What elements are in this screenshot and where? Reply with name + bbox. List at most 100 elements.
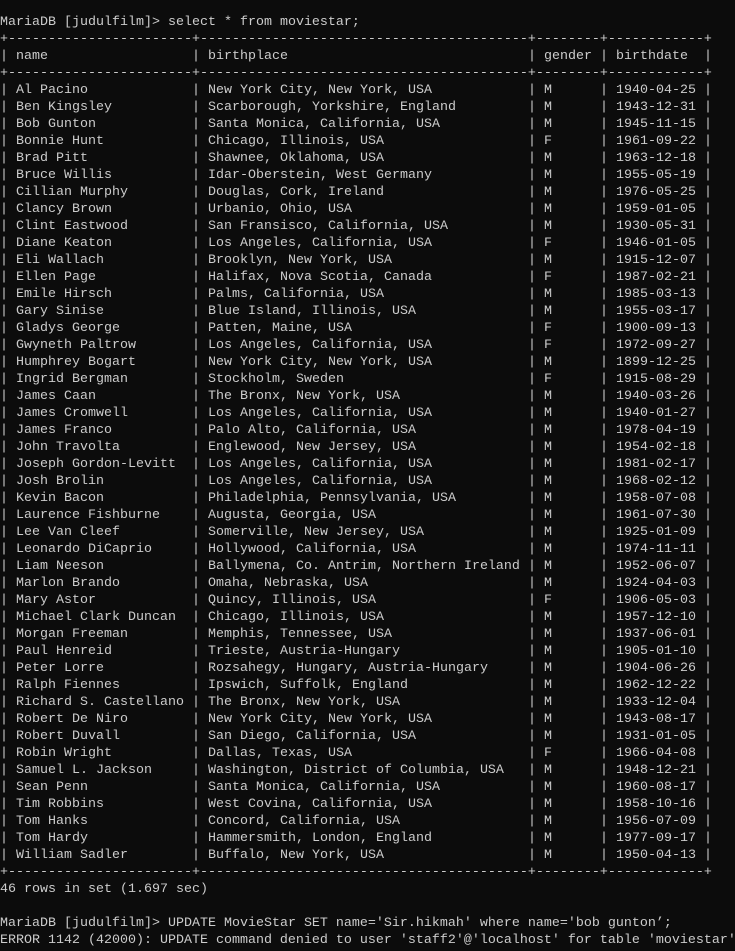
table-row: | Lee Van Cleef | Somerville, New Jersey… — [0, 524, 735, 541]
column-separator: | — [0, 729, 16, 744]
table-cell: Robin Wright — [16, 746, 112, 761]
table-row: | Gary Sinise | Blue Island, Illinois, U… — [0, 303, 735, 320]
table-cell: Los Angeles, California, USA — [208, 406, 432, 421]
terminal-window[interactable]: MariaDB [judulfilm]> select * from movie… — [0, 14, 735, 949]
column-separator: | — [0, 287, 16, 302]
column-separator: | — [0, 270, 16, 285]
column-separator: | — [520, 763, 544, 778]
column-separator: | — [696, 219, 712, 234]
table-cell: John Travolta — [16, 440, 120, 455]
column-separator: | — [696, 151, 712, 166]
table-cell: Chicago, Illinois, USA — [208, 610, 384, 625]
column-separator: | — [520, 117, 544, 132]
column-separator: | — [520, 304, 544, 319]
table-cell: M — [544, 831, 552, 846]
column-separator: | — [696, 593, 712, 608]
column-separator: | — [520, 457, 544, 472]
column-separator: | — [520, 338, 544, 353]
column-separator: | — [592, 712, 616, 727]
table-cell: M — [544, 83, 552, 98]
table-cell: M — [544, 474, 552, 489]
column-separator: | — [184, 355, 208, 370]
column-separator: | — [696, 780, 712, 795]
table-cell: Urbanio, Ohio, USA — [208, 202, 352, 217]
column-separator: | — [592, 627, 616, 642]
table-row: | Tim Robbins | West Covina, California,… — [0, 796, 735, 813]
table-cell: 1985-03-13 — [616, 287, 696, 302]
column-separator: | — [184, 83, 208, 98]
column-separator: | — [592, 355, 616, 370]
column-separator: | — [184, 661, 208, 676]
table-cell: Morgan Freeman — [16, 627, 128, 642]
table-cell: Patten, Maine, USA — [208, 321, 352, 336]
table-cell: M — [544, 661, 552, 676]
column-separator: | — [0, 797, 16, 812]
command-line-select: MariaDB [judulfilm]> select * from movie… — [0, 14, 735, 31]
column-separator: | — [592, 185, 616, 200]
table-cell: 1957-12-10 — [616, 610, 696, 625]
table-cell: 1981-02-17 — [616, 457, 696, 472]
table-row: | Marlon Brando | Omaha, Nebraska, USA |… — [0, 575, 735, 592]
column-separator: | — [184, 542, 208, 557]
column-separator: | — [0, 236, 16, 251]
column-separator: | — [592, 406, 616, 421]
table-cell: 1958-10-16 — [616, 797, 696, 812]
table-cell: 1924-04-03 — [616, 576, 696, 591]
table-cell: 1948-12-21 — [616, 763, 696, 778]
table-cell: Chicago, Illinois, USA — [208, 134, 384, 149]
table-row: | James Cromwell | Los Angeles, Californ… — [0, 405, 735, 422]
table-row: | Mary Astor | Quincy, Illinois, USA | F… — [0, 592, 735, 609]
table-row: | Tom Hanks | Concord, California, USA |… — [0, 813, 735, 830]
table-cell: Marlon Brando — [16, 576, 120, 591]
column-separator: | — [592, 814, 616, 829]
column-separator: | — [0, 117, 16, 132]
table-cell: Eli Wallach — [16, 253, 104, 268]
column-separator: | — [592, 508, 616, 523]
column-separator: | — [0, 525, 16, 540]
column-separator: | — [696, 678, 712, 693]
column-separator: | — [184, 270, 208, 285]
table-cell: Gwyneth Paltrow — [16, 338, 136, 353]
table-cell: 1956-07-09 — [616, 814, 696, 829]
column-separator: | — [696, 134, 712, 149]
table-cell: Los Angeles, California, USA — [208, 457, 432, 472]
table-cell: Memphis, Tennessee, USA — [208, 627, 392, 642]
column-separator: | — [592, 236, 616, 251]
column-separator: | — [592, 134, 616, 149]
table-cell: Kevin Bacon — [16, 491, 104, 506]
column-separator: | — [520, 610, 544, 625]
table-cell: 1931-01-05 — [616, 729, 696, 744]
table-row: | William Sadler | Buffalo, New York, US… — [0, 847, 735, 864]
table-cell: M — [544, 168, 552, 183]
column-separator: | — [0, 134, 16, 149]
table-cell: Palms, California, USA — [208, 287, 384, 302]
table-cell: Cillian Murphy — [16, 185, 128, 200]
column-separator: | — [520, 661, 544, 676]
table-header: | name | birthplace | gender | birthdate… — [0, 48, 735, 65]
column-separator: | — [0, 576, 16, 591]
error-message: ERROR 1142 (42000): UPDATE command denie… — [0, 933, 735, 948]
column-separator: | — [696, 525, 712, 540]
table-cell: Tom Hanks — [16, 814, 88, 829]
table-border: +-----------------------+---------------… — [0, 66, 712, 81]
column-separator: | — [592, 321, 616, 336]
table-cell: M — [544, 763, 552, 778]
table-cell: 1962-12-22 — [616, 678, 696, 693]
column-header: gender — [544, 49, 592, 64]
table-cell: Bonnie Hunt — [16, 134, 104, 149]
column-separator: | — [696, 729, 712, 744]
column-separator: | — [696, 474, 712, 489]
table-cell: M — [544, 117, 552, 132]
column-separator: | — [184, 610, 208, 625]
column-header: name — [16, 49, 48, 64]
column-separator: | — [184, 593, 208, 608]
table-row: | Ellen Page | Halifax, Nova Scotia, Can… — [0, 269, 735, 286]
column-separator: | — [0, 644, 16, 659]
table-cell: Emile Hirsch — [16, 287, 112, 302]
table-row: | Eli Wallach | Brooklyn, New York, USA … — [0, 252, 735, 269]
table-cell: Josh Brolin — [16, 474, 104, 489]
table-cell: 1961-07-30 — [616, 508, 696, 523]
table-cell: Lee Van Cleef — [16, 525, 120, 540]
column-header: birthplace — [208, 49, 288, 64]
table-row: | Tom Hardy | Hammersmith, London, Engla… — [0, 830, 735, 847]
